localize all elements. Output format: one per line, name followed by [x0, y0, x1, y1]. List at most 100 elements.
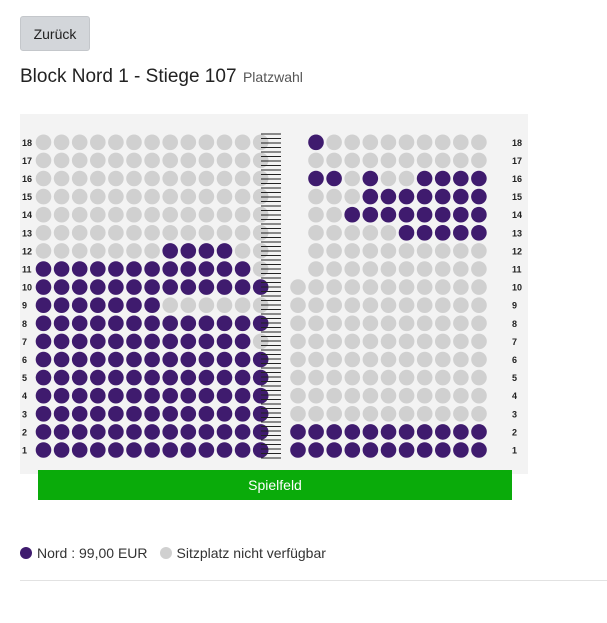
seat[interactable]	[234, 369, 251, 386]
seat[interactable]	[416, 387, 433, 404]
seat[interactable]	[471, 243, 487, 259]
seat[interactable]	[326, 206, 342, 223]
seat[interactable]	[471, 261, 487, 277]
seat[interactable]	[380, 261, 397, 277]
seat[interactable]	[35, 406, 52, 422]
seat[interactable]	[35, 170, 52, 187]
seat[interactable]	[234, 315, 251, 332]
seat[interactable]	[90, 225, 106, 241]
seat[interactable]	[308, 351, 324, 368]
seat[interactable]	[471, 225, 487, 241]
seat[interactable]	[398, 188, 415, 205]
seat[interactable]	[198, 188, 215, 205]
seat[interactable]	[234, 225, 251, 241]
seat[interactable]	[471, 188, 487, 205]
seat[interactable]	[344, 279, 361, 295]
seat[interactable]	[71, 152, 88, 169]
seat[interactable]	[90, 442, 106, 458]
seat[interactable]	[326, 351, 343, 368]
seat[interactable]	[362, 442, 379, 458]
seat[interactable]	[234, 333, 251, 350]
seat[interactable]	[234, 243, 251, 259]
seat[interactable]	[471, 333, 487, 350]
seat[interactable]	[71, 279, 88, 295]
seat[interactable]	[434, 206, 451, 223]
seat[interactable]	[234, 170, 251, 187]
seat[interactable]	[344, 134, 361, 151]
seat[interactable]	[90, 315, 106, 332]
seat[interactable]	[416, 351, 433, 368]
seat[interactable]	[344, 333, 361, 350]
seat[interactable]	[380, 424, 397, 440]
seat[interactable]	[144, 424, 160, 440]
seat[interactable]	[126, 387, 142, 404]
seat[interactable]	[126, 315, 142, 332]
back-button[interactable]: Zurück	[20, 16, 90, 51]
seat[interactable]	[344, 243, 361, 259]
seat[interactable]	[344, 424, 361, 440]
seat[interactable]	[35, 134, 52, 151]
seat[interactable]	[162, 424, 178, 440]
seat[interactable]	[380, 442, 397, 458]
seat[interactable]	[362, 261, 379, 277]
seat[interactable]	[144, 206, 160, 223]
seat[interactable]	[53, 369, 70, 386]
seat[interactable]	[144, 333, 160, 350]
seat[interactable]	[453, 261, 469, 277]
seat[interactable]	[144, 406, 160, 422]
seat[interactable]	[162, 261, 178, 277]
seat[interactable]	[326, 369, 343, 386]
seat[interactable]	[126, 351, 142, 368]
seat[interactable]	[308, 243, 324, 259]
seat[interactable]	[71, 351, 88, 368]
seat[interactable]	[344, 351, 361, 368]
seat[interactable]	[435, 315, 451, 332]
seat[interactable]	[162, 206, 178, 223]
seat[interactable]	[234, 297, 251, 313]
seat[interactable]	[90, 206, 106, 223]
seat[interactable]	[90, 297, 106, 313]
seat[interactable]	[108, 424, 124, 440]
seat[interactable]	[290, 406, 306, 422]
seat[interactable]	[380, 315, 397, 332]
seat[interactable]	[398, 279, 415, 295]
seat[interactable]	[71, 315, 88, 332]
seat[interactable]	[126, 152, 142, 169]
seat[interactable]	[198, 406, 215, 422]
seat[interactable]	[180, 170, 197, 187]
seat[interactable]	[234, 406, 251, 422]
seat[interactable]	[453, 134, 469, 151]
seat[interactable]	[308, 387, 324, 404]
seat[interactable]	[398, 243, 415, 259]
seat[interactable]	[435, 442, 451, 458]
seat[interactable]	[326, 315, 343, 332]
seat[interactable]	[471, 424, 487, 440]
seat[interactable]	[71, 188, 88, 205]
seat[interactable]	[144, 279, 160, 295]
seat[interactable]	[144, 225, 160, 241]
seat[interactable]	[362, 152, 379, 169]
seat[interactable]	[90, 351, 106, 368]
seat[interactable]	[326, 442, 343, 458]
seat[interactable]	[126, 442, 142, 458]
seat[interactable]	[380, 152, 397, 169]
seat[interactable]	[180, 261, 197, 277]
seat[interactable]	[144, 315, 160, 332]
seat[interactable]	[216, 152, 233, 169]
seat[interactable]	[326, 170, 342, 187]
seat[interactable]	[180, 243, 197, 259]
seat[interactable]	[435, 279, 451, 295]
seat[interactable]	[162, 406, 178, 422]
seat[interactable]	[362, 170, 379, 187]
seat[interactable]	[198, 279, 215, 295]
seat[interactable]	[434, 188, 451, 205]
seat[interactable]	[53, 442, 70, 458]
seat[interactable]	[453, 279, 469, 295]
seat[interactable]	[90, 387, 106, 404]
seat[interactable]	[434, 134, 451, 151]
seat[interactable]	[216, 442, 233, 458]
seat[interactable]	[453, 351, 469, 368]
seat[interactable]	[234, 134, 251, 151]
seat[interactable]	[90, 424, 106, 440]
seat[interactable]	[344, 261, 361, 277]
